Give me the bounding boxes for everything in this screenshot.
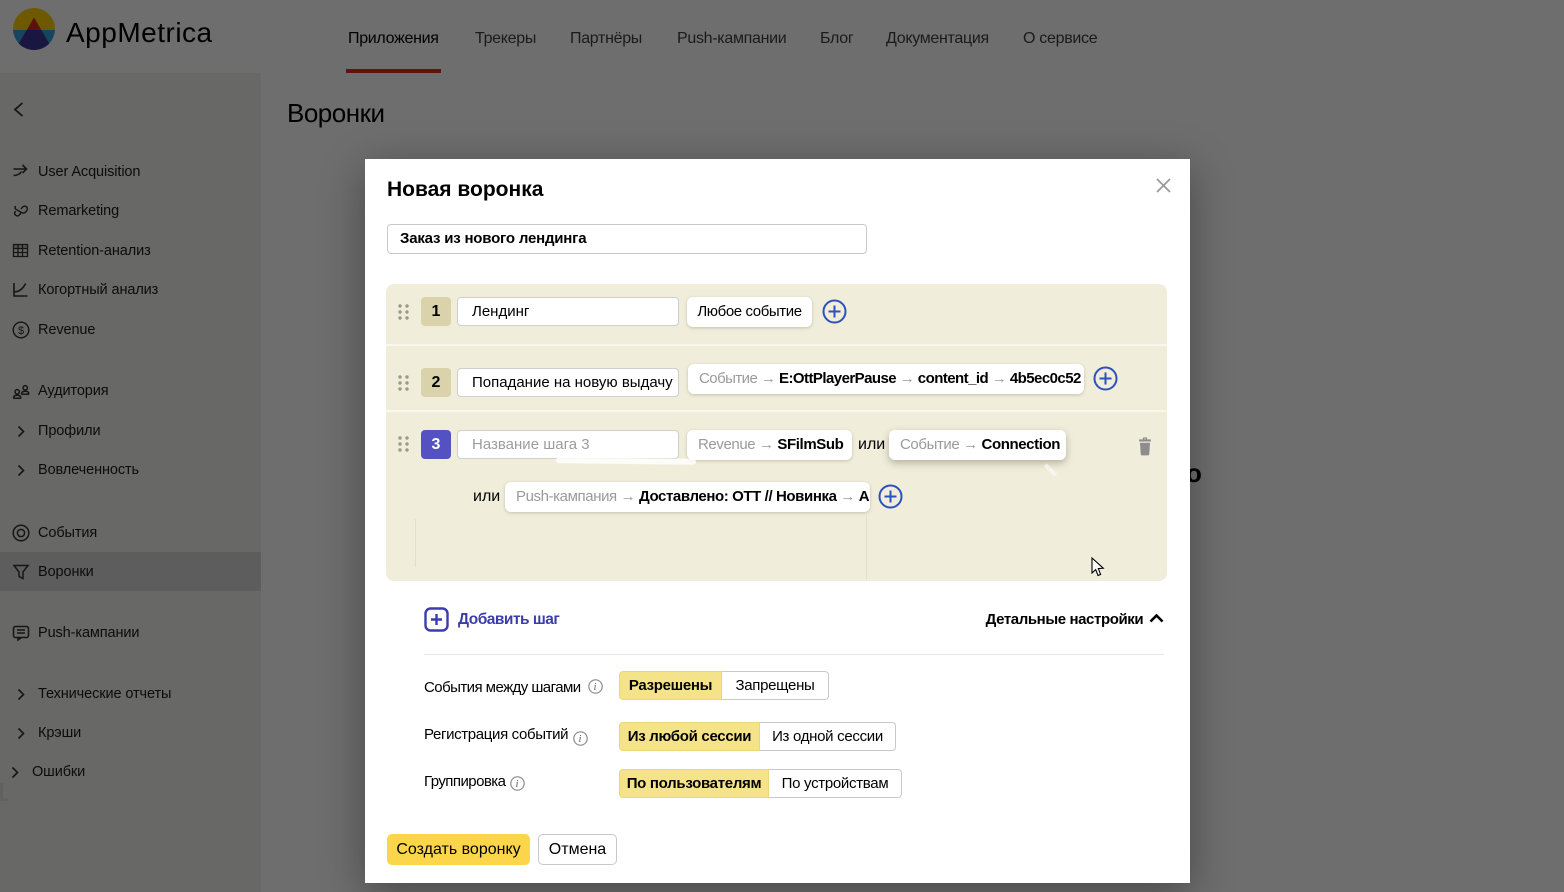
svg-text:i: i — [594, 682, 597, 693]
svg-text:i: i — [516, 779, 519, 790]
svg-text:i: i — [579, 734, 582, 745]
